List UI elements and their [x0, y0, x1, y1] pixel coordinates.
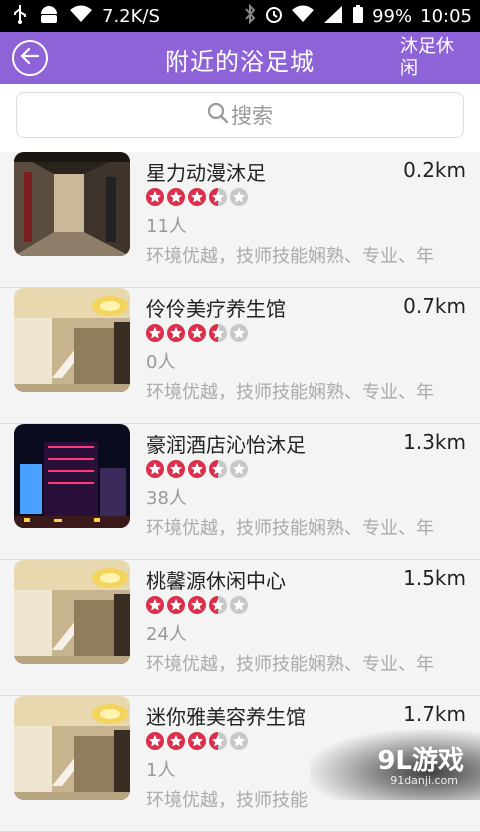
star-half-icon	[209, 596, 227, 614]
list-item[interactable]: 桃馨源休闲中心 1.5km 24人 环境优越，技师技能娴熟、专业、年	[0, 560, 480, 696]
list-item[interactable]: 星力动漫沐足 0.2km 11人 环境优越，技师技能娴熟、专业、年	[0, 152, 480, 288]
visitor-count: 24人	[146, 620, 187, 646]
shop-distance: 1.3km	[403, 430, 466, 454]
wifi-icon	[70, 5, 92, 27]
clock: 10:05	[420, 6, 472, 27]
visitor-count: 11人	[146, 212, 187, 238]
star-half-icon	[209, 324, 227, 342]
shop-thumbnail	[14, 424, 130, 528]
rating-stars	[146, 732, 248, 750]
star-full-icon	[188, 732, 206, 750]
star-half-icon	[209, 732, 227, 750]
shop-thumbnail	[14, 152, 130, 256]
star-full-icon	[188, 188, 206, 206]
status-bar: 7.2K/S 99% 10:05	[0, 0, 480, 32]
star-full-icon	[167, 732, 185, 750]
shop-thumbnail	[14, 560, 130, 664]
star-empty-icon	[230, 324, 248, 342]
star-empty-icon	[230, 732, 248, 750]
star-full-icon	[146, 188, 164, 206]
bluetooth-icon	[244, 4, 256, 28]
visitor-count: 1人	[146, 756, 175, 782]
search-placeholder: 搜索	[231, 100, 273, 130]
shop-description: 环境优越，技师技能娴熟、专业、年	[146, 514, 434, 540]
shop-description: 环境优越，技师技能娴熟、专业、年	[146, 378, 434, 404]
usb-icon	[12, 4, 28, 28]
shop-description: 环境优越，技师技能娴熟、专业、年	[146, 242, 434, 268]
rating-stars	[146, 324, 248, 342]
star-empty-icon	[230, 460, 248, 478]
signal-icon	[322, 4, 344, 28]
search-bar-container: 搜索	[0, 84, 480, 152]
list-item[interactable]: 豪润酒店沁怡沐足 1.3km 38人 环境优越，技师技能娴熟、专业、年	[0, 424, 480, 560]
network-speed: 7.2K/S	[102, 6, 160, 27]
rating-stars	[146, 596, 248, 614]
shop-thumbnail	[14, 288, 130, 392]
star-full-icon	[146, 596, 164, 614]
star-empty-icon	[230, 188, 248, 206]
search-icon	[207, 102, 231, 129]
watermark: 9L游戏 91danji.com	[310, 730, 480, 800]
battery-percent: 99%	[372, 6, 412, 27]
star-full-icon	[167, 460, 185, 478]
star-half-icon	[209, 188, 227, 206]
shop-name: 迷你雅美容养生馆	[146, 701, 306, 730]
shop-name: 星力动漫沐足	[146, 157, 266, 186]
shop-name: 桃馨源休闲中心	[146, 565, 286, 594]
shop-distance: 1.5km	[403, 566, 466, 590]
star-full-icon	[167, 324, 185, 342]
star-half-icon	[209, 460, 227, 478]
category-button[interactable]: 沐足休闲	[400, 36, 470, 80]
shop-distance: 0.7km	[403, 294, 466, 318]
rating-stars	[146, 460, 248, 478]
shop-thumbnail	[14, 696, 130, 800]
watermark-logo: 9L游戏	[377, 740, 464, 777]
visitor-count: 0人	[146, 348, 175, 374]
shop-name: 伶伶美疗养生馆	[146, 293, 286, 322]
shop-distance: 0.2km	[403, 158, 466, 182]
shop-name: 豪润酒店沁怡沐足	[146, 429, 306, 458]
star-full-icon	[146, 460, 164, 478]
star-full-icon	[167, 596, 185, 614]
alarm-icon	[264, 4, 284, 28]
star-full-icon	[188, 324, 206, 342]
shop-description: 环境优越，技师技能	[146, 786, 308, 812]
android-icon	[38, 4, 60, 28]
star-full-icon	[188, 460, 206, 478]
app-header: 附近的浴足城 沐足休闲	[0, 32, 480, 84]
wifi-icon	[292, 5, 314, 27]
visitor-count: 38人	[146, 484, 187, 510]
star-full-icon	[188, 596, 206, 614]
star-full-icon	[146, 324, 164, 342]
battery-icon	[352, 4, 364, 28]
list-item[interactable]: 伶伶美疗养生馆 0.7km 0人 环境优越，技师技能娴熟、专业、年	[0, 288, 480, 424]
watermark-url: 91danji.com	[390, 774, 458, 787]
star-full-icon	[146, 732, 164, 750]
shop-description: 环境优越，技师技能娴熟、专业、年	[146, 650, 434, 676]
star-empty-icon	[230, 596, 248, 614]
rating-stars	[146, 188, 248, 206]
search-input[interactable]: 搜索	[16, 92, 464, 138]
star-full-icon	[167, 188, 185, 206]
shop-distance: 1.7km	[403, 702, 466, 726]
